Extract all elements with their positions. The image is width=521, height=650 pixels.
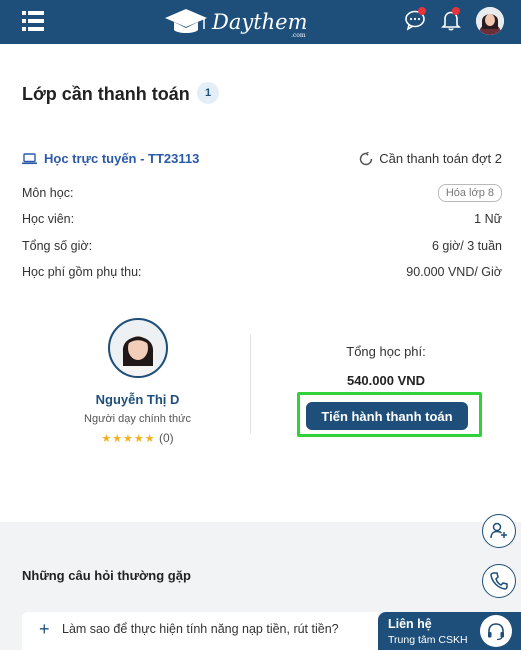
contact-title: Liên hệ [388, 617, 432, 631]
rating-count: (0) [158, 431, 174, 445]
top-navbar: Daythem .com [0, 0, 521, 44]
payment-status: Cần thanh toán đợt 2 [359, 151, 502, 166]
plus-icon: + [39, 619, 50, 639]
notifications-button[interactable] [440, 7, 464, 33]
info-label: Học viên: [22, 212, 75, 226]
notification-dot [418, 7, 426, 15]
fee-summary: Tổng học phí: 540.000 VND [298, 344, 474, 388]
info-value: 1 Nữ [474, 212, 502, 226]
teacher-avatar[interactable] [107, 318, 168, 378]
total-fee-label: Tổng học phí: [346, 344, 426, 359]
logo-text: Daythem .com [212, 10, 308, 39]
status-text: Cần thanh toán đợt 2 [379, 151, 502, 166]
notification-dot [452, 7, 460, 15]
class-link[interactable]: Học trực tuyến - TT23113 [44, 151, 199, 166]
add-user-button[interactable] [482, 514, 516, 548]
pay-button[interactable]: Tiến hành thanh toán [306, 402, 468, 430]
teacher-photo [109, 320, 166, 376]
contact-support-widget[interactable]: Liên hệ Trung tâm CSKH [378, 612, 521, 650]
info-value: 6 giờ/ 3 tuần [431, 239, 502, 253]
headset-button[interactable] [480, 615, 512, 647]
teacher-card: Nguyễn Thị D Người dạy chính thức ★★★★★ … [70, 318, 205, 445]
subject-tag: Hóa lớp 8 [437, 184, 502, 202]
menu-icon[interactable] [22, 10, 44, 32]
call-button[interactable] [482, 564, 516, 598]
info-label: Học phí gồm phụ thu: [22, 265, 142, 279]
count-badge: 1 [197, 82, 219, 104]
phone-icon [490, 572, 508, 590]
payment-card: Lớp cần thanh toán 1 Học trực tuyến - TT… [0, 44, 521, 522]
info-label: Môn học: [22, 186, 74, 200]
info-label: Tổng số giờ: [22, 239, 93, 253]
graduation-cap-icon [165, 9, 207, 33]
add-user-icon [490, 522, 507, 539]
total-fee-value: 540.000 VND [346, 373, 426, 388]
info-value: 90.000 VND/ Giờ [406, 265, 502, 279]
star-rating: ★★★★★ [101, 433, 156, 445]
faq-question: Làm sao để thực hiện tính năng nạp tiền,… [62, 622, 339, 636]
column-divider [250, 334, 251, 434]
faq-title: Những câu hỏi thường gặp [22, 568, 191, 583]
info-row-fee: Học phí gồm phụ thu: 90.000 VND/ Giờ [22, 263, 502, 283]
laptop-icon [22, 153, 37, 165]
faq-item[interactable]: + Làm sao để thực hiện tính năng nạp tiề… [22, 612, 378, 650]
teacher-rating: ★★★★★ (0) [70, 431, 205, 445]
chat-button[interactable] [404, 7, 428, 33]
avatar[interactable] [476, 7, 504, 35]
page-title: Lớp cần thanh toán [22, 84, 190, 104]
class-header: Học trực tuyến - TT23113 Cần thanh toán … [22, 150, 502, 170]
info-row-subject: Môn học: Hóa lớp 8 [22, 184, 502, 204]
info-row-students: Học viên: 1 Nữ [22, 210, 502, 230]
logo[interactable]: Daythem .com [164, 6, 308, 39]
teacher-role: Người dạy chính thức [84, 413, 191, 425]
user-avatar-image [476, 7, 504, 35]
headset-icon [488, 623, 504, 641]
logo-suffix: .com [290, 32, 306, 39]
refresh-icon [360, 151, 373, 165]
contact-subtitle: Trung tâm CSKH [388, 634, 468, 646]
info-row-hours: Tổng số giờ: 6 giờ/ 3 tuần [22, 237, 502, 257]
teacher-name[interactable]: Nguyễn Thị D [70, 392, 205, 407]
